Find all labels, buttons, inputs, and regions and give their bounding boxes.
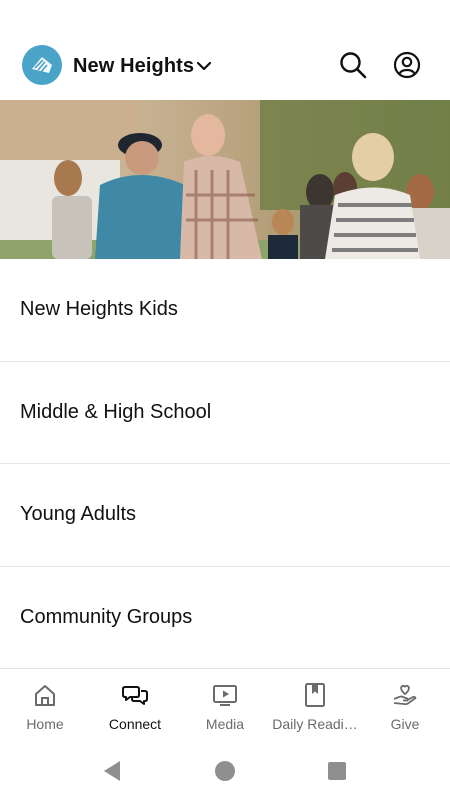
account-circle-icon[interactable] — [392, 50, 422, 80]
nav-item-daily-reading[interactable]: Daily Readi… — [270, 669, 360, 742]
menu-item-label: Community Groups — [20, 606, 193, 629]
menu-item-middle-high-school[interactable]: Middle & High School — [0, 362, 450, 464]
hero-photo-illustration — [0, 100, 450, 259]
nav-label-connect: Connect — [108, 716, 162, 732]
nav-label-media: Media — [205, 716, 245, 732]
menu-item-label: Middle & High School — [20, 400, 212, 423]
nav-item-give[interactable]: Give — [360, 669, 450, 742]
menu-item-label: New Heights Kids — [20, 298, 178, 321]
nav-item-connect[interactable]: Connect — [90, 669, 180, 742]
chat-bubbles-icon — [122, 686, 148, 705]
menu-item-new-heights-kids[interactable]: New Heights Kids — [0, 259, 450, 362]
menu-item-community-groups[interactable]: Community Groups — [0, 567, 450, 670]
chevron-down-icon[interactable] — [195, 57, 213, 75]
back-triangle-icon[interactable] — [102, 760, 122, 782]
menu-item-young-adults[interactable]: Young Adults — [0, 464, 450, 567]
nav-label-give: Give — [390, 716, 420, 732]
connect-menu: New Heights Kids Middle & High School Yo… — [0, 259, 450, 669]
menu-item-label: Young Adults — [20, 503, 137, 526]
home-circle-icon[interactable] — [215, 761, 235, 781]
nav-label-home: Home — [26, 716, 64, 732]
org-name[interactable]: New Heights — [73, 55, 194, 78]
recents-square-icon[interactable] — [328, 762, 346, 780]
home-icon — [35, 685, 55, 706]
hand-heart-icon — [393, 684, 417, 706]
status-bar-area — [0, 0, 450, 36]
bottom-navigation: Home Connect Media Daily Readi… Give — [0, 668, 450, 742]
bookmark-book-icon — [305, 683, 325, 707]
nav-label-daily-reading: Daily Readi… — [272, 716, 358, 732]
nav-item-home[interactable]: Home — [0, 669, 90, 742]
play-screen-icon — [213, 685, 237, 706]
android-system-nav — [0, 742, 450, 800]
hero-photo — [0, 100, 450, 259]
new-heights-logo-icon[interactable] — [22, 45, 62, 85]
nav-item-media[interactable]: Media — [180, 669, 270, 742]
search-icon[interactable] — [338, 50, 368, 80]
app-header: New Heights — [0, 36, 450, 98]
